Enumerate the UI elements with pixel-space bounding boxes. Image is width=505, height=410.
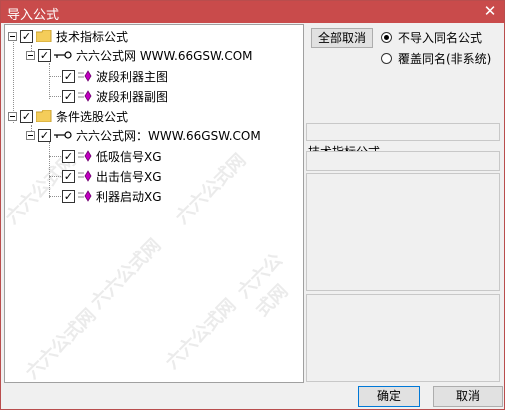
import-formula-dialog: 导入公式 ✕ 六六公式网 六六公式网 六六公式网 六六公式网 六六公式网 六六公… — [0, 0, 505, 410]
item-label: 低吸信号XG — [96, 149, 162, 164]
tree-line — [49, 76, 63, 77]
formula-diamond-icon — [78, 190, 92, 202]
tree-source-node[interactable]: ✓ 六六公式网 WWW.66GSW.COM — [26, 46, 253, 64]
tree-item-formula[interactable]: ✓ 利器启动XG — [62, 187, 162, 205]
radio-skip-label: 不导入同名公式 — [398, 31, 483, 45]
folder-icon — [36, 110, 52, 122]
formula-diamond-icon — [78, 150, 92, 162]
tree-item-formula[interactable]: ✓ 低吸信号XG — [62, 147, 162, 165]
info-divider — [306, 123, 500, 141]
item-checkbox[interactable]: ✓ — [62, 69, 75, 83]
source-label: 六六公式网：WWW.66GSW.COM — [76, 128, 261, 143]
watermark: 六六公式网 — [161, 294, 241, 374]
watermark: 六六公式网 — [86, 234, 166, 314]
collapse-icon[interactable] — [8, 31, 17, 41]
formula-diamond-icon — [78, 70, 92, 82]
info-description-panel — [306, 173, 500, 291]
item-checkbox[interactable]: ✓ — [62, 149, 75, 163]
tree-group-stock-screening[interactable]: ✓ 条件选股公式 — [8, 107, 128, 125]
radio-overwrite-label: 覆盖同名(非系统) — [398, 52, 492, 66]
source-checkbox[interactable]: ✓ — [38, 48, 51, 62]
watermark: 六六公式网 — [233, 249, 293, 321]
formula-diamond-icon — [78, 170, 92, 182]
group-label: 条件选股公式 — [56, 109, 129, 124]
radio-skip-duplicates[interactable]: 不导入同名公式 — [381, 29, 482, 46]
radio-unselected-icon[interactable] — [381, 53, 392, 64]
source-label: 六六公式网 WWW.66GSW.COM — [76, 48, 253, 63]
item-checkbox[interactable]: ✓ — [62, 189, 75, 203]
item-label: 波段利器主图 — [96, 69, 169, 84]
item-label: 利器启动XG — [96, 189, 162, 204]
tree-source-node[interactable]: ✓ 六六公式网：WWW.66GSW.COM — [26, 126, 261, 144]
item-label: 出击信号XG — [96, 169, 162, 184]
radio-selected-icon[interactable] — [381, 32, 392, 43]
item-checkbox[interactable]: ✓ — [62, 89, 75, 103]
formula-diamond-icon — [78, 90, 92, 102]
source-checkbox[interactable]: ✓ — [38, 128, 51, 142]
tree-line — [49, 176, 63, 177]
info-field — [306, 151, 500, 171]
tree-item-formula[interactable]: ✓ 波段利器主图 — [62, 67, 168, 85]
tree-item-formula[interactable]: ✓ 出击信号XG — [62, 167, 162, 185]
group-checkbox[interactable]: ✓ — [20, 29, 33, 43]
key-icon — [54, 51, 72, 59]
close-icon[interactable]: ✕ — [482, 3, 498, 19]
tree-item-formula[interactable]: ✓ 波段利器副图 — [62, 87, 168, 105]
deselect-all-button[interactable]: 全部取消 — [311, 28, 373, 48]
cancel-button[interactable]: 取消 — [433, 386, 503, 407]
ok-button[interactable]: 确定 — [358, 386, 420, 407]
tree-line — [49, 142, 50, 198]
radio-overwrite-duplicates[interactable]: 覆盖同名(非系统) — [381, 50, 491, 67]
folder-icon — [36, 30, 52, 42]
title-bar[interactable]: 导入公式 ✕ — [1, 1, 504, 23]
tree-group-tech-indicators[interactable]: ✓ 技术指标公式 — [8, 27, 128, 45]
key-icon — [54, 131, 72, 139]
tree-line — [49, 96, 63, 97]
info-notes-panel — [306, 294, 500, 382]
item-checkbox[interactable]: ✓ — [62, 169, 75, 183]
item-label: 波段利器副图 — [96, 89, 169, 104]
watermark: 六六公式网 — [21, 304, 101, 384]
group-checkbox[interactable]: ✓ — [20, 109, 33, 123]
group-label: 技术指标公式 — [56, 29, 129, 44]
watermark: 六六公式网 — [171, 149, 251, 229]
collapse-icon[interactable] — [8, 111, 17, 121]
tree-line — [49, 156, 63, 157]
tree-line — [49, 63, 50, 99]
collapse-icon[interactable] — [26, 130, 35, 140]
collapse-icon[interactable] — [26, 50, 35, 60]
formula-tree[interactable]: 六六公式网 六六公式网 六六公式网 六六公式网 六六公式网 六六公式网 ✓ 技术… — [2, 24, 304, 384]
tree-line — [49, 196, 63, 197]
window-title: 导入公式 — [7, 8, 60, 23]
